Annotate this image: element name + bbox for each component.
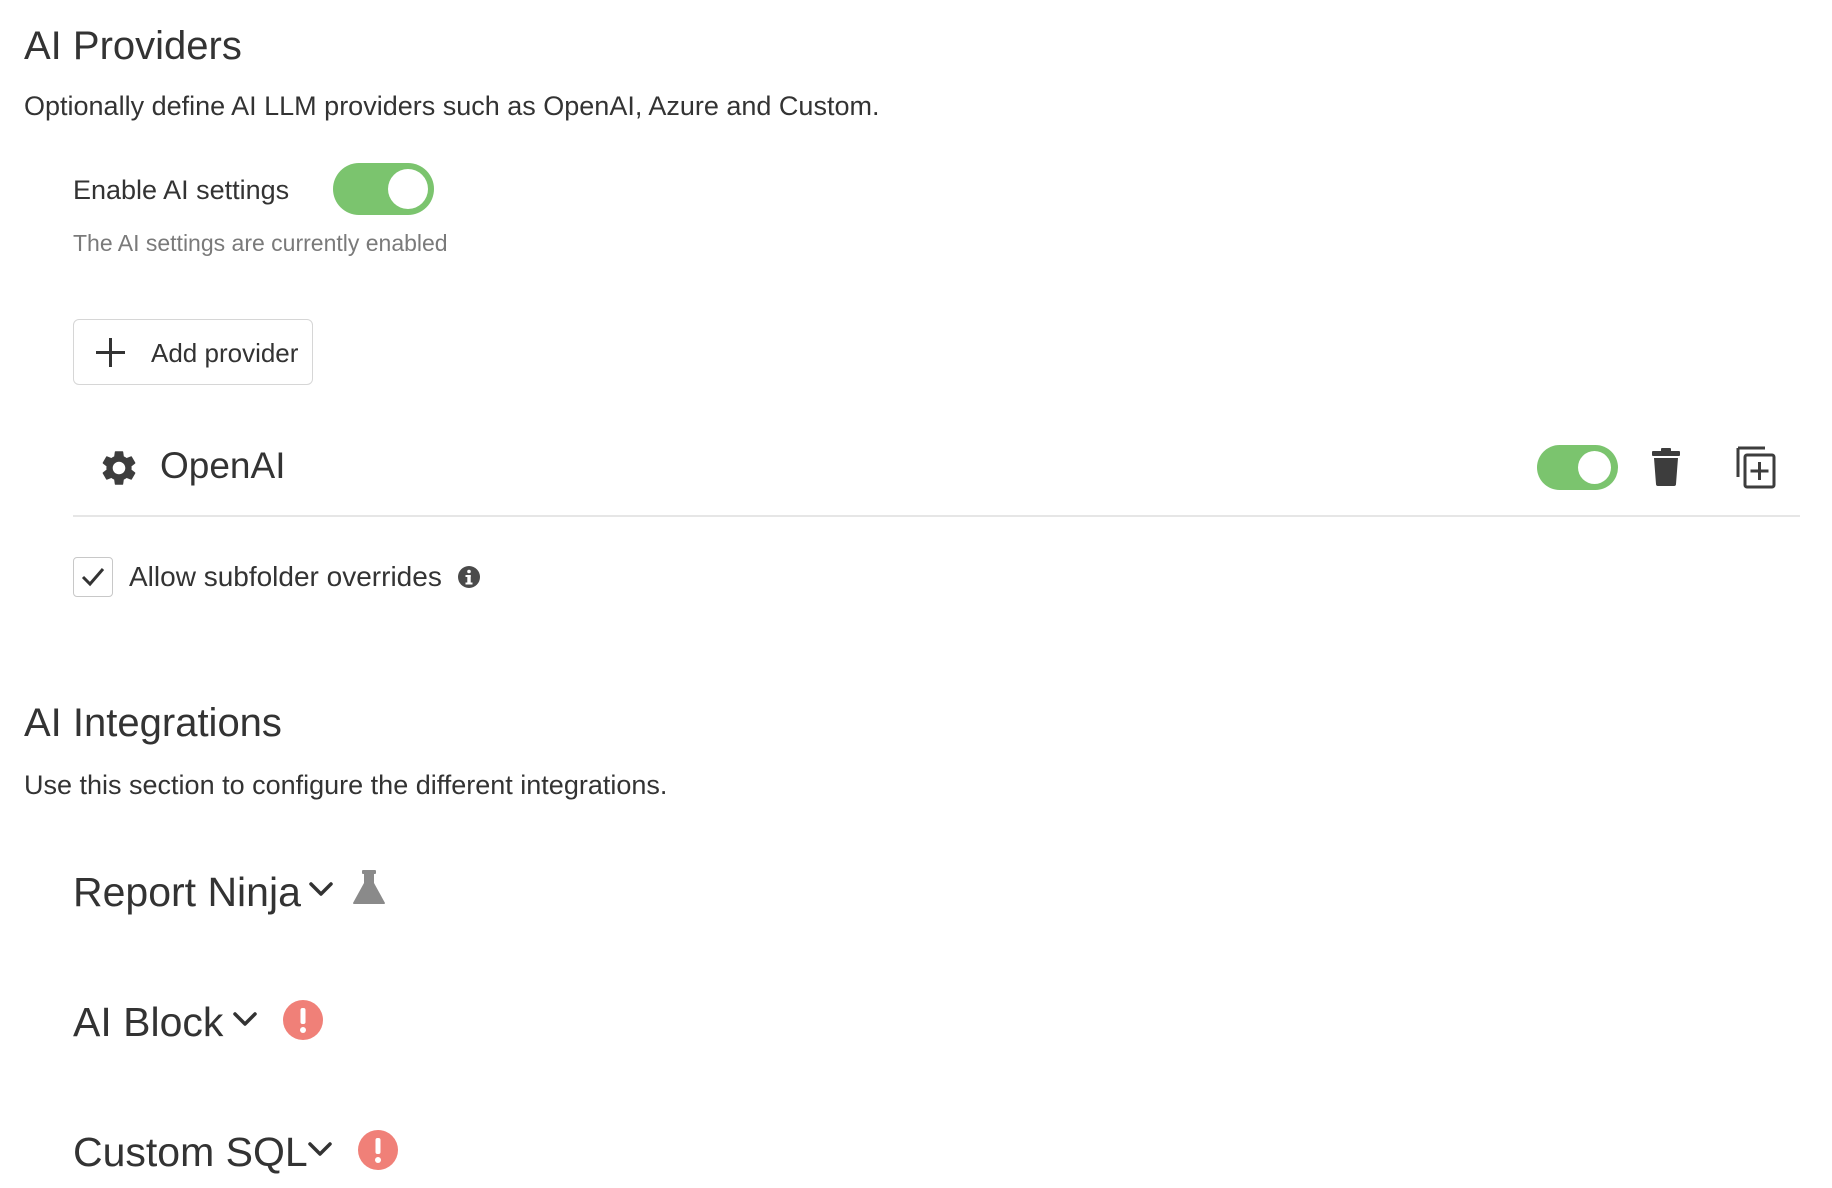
provider-name: OpenAI [160, 445, 286, 486]
enable-ai-settings-toggle[interactable] [333, 163, 434, 215]
provider-row-openai[interactable]: OpenAI [73, 435, 1800, 517]
add-provider-label: Add provider [151, 338, 299, 368]
providers-section-title: AI Providers [24, 24, 242, 68]
chevron-down-icon[interactable] [307, 1139, 333, 1159]
add-provider-button[interactable]: Add provider [73, 319, 313, 385]
alert-icon [358, 1130, 398, 1170]
toggle-knob [388, 169, 428, 209]
integrations-section-title: AI Integrations [24, 701, 282, 745]
chevron-down-icon[interactable] [232, 1009, 258, 1029]
providers-section-description: Optionally define AI LLM providers such … [24, 91, 880, 121]
allow-subfolder-overrides-checkbox[interactable] [73, 557, 113, 597]
provider-enabled-toggle[interactable] [1537, 445, 1618, 490]
allow-subfolder-overrides-label: Allow subfolder overrides [129, 561, 442, 592]
info-icon[interactable] [457, 565, 481, 589]
enable-ai-settings-label: Enable AI settings [73, 175, 290, 205]
checkmark-icon [81, 568, 105, 587]
trash-icon[interactable] [1651, 447, 1681, 487]
chevron-down-icon[interactable] [308, 879, 334, 899]
plus-icon [96, 338, 125, 367]
integration-title-report-ninja[interactable]: Report Ninja [73, 872, 301, 913]
duplicate-icon[interactable] [1735, 444, 1777, 490]
integration-title-custom-sql[interactable]: Custom SQL [73, 1132, 308, 1173]
alert-icon [283, 1000, 323, 1040]
gear-icon[interactable] [98, 447, 140, 489]
toggle-knob [1578, 451, 1611, 484]
flask-icon [353, 870, 385, 904]
enable-ai-settings-hint: The AI settings are currently enabled [73, 230, 448, 256]
integrations-section-description: Use this section to configure the differ… [24, 770, 668, 800]
integration-title-ai-block[interactable]: AI Block [73, 1002, 223, 1043]
